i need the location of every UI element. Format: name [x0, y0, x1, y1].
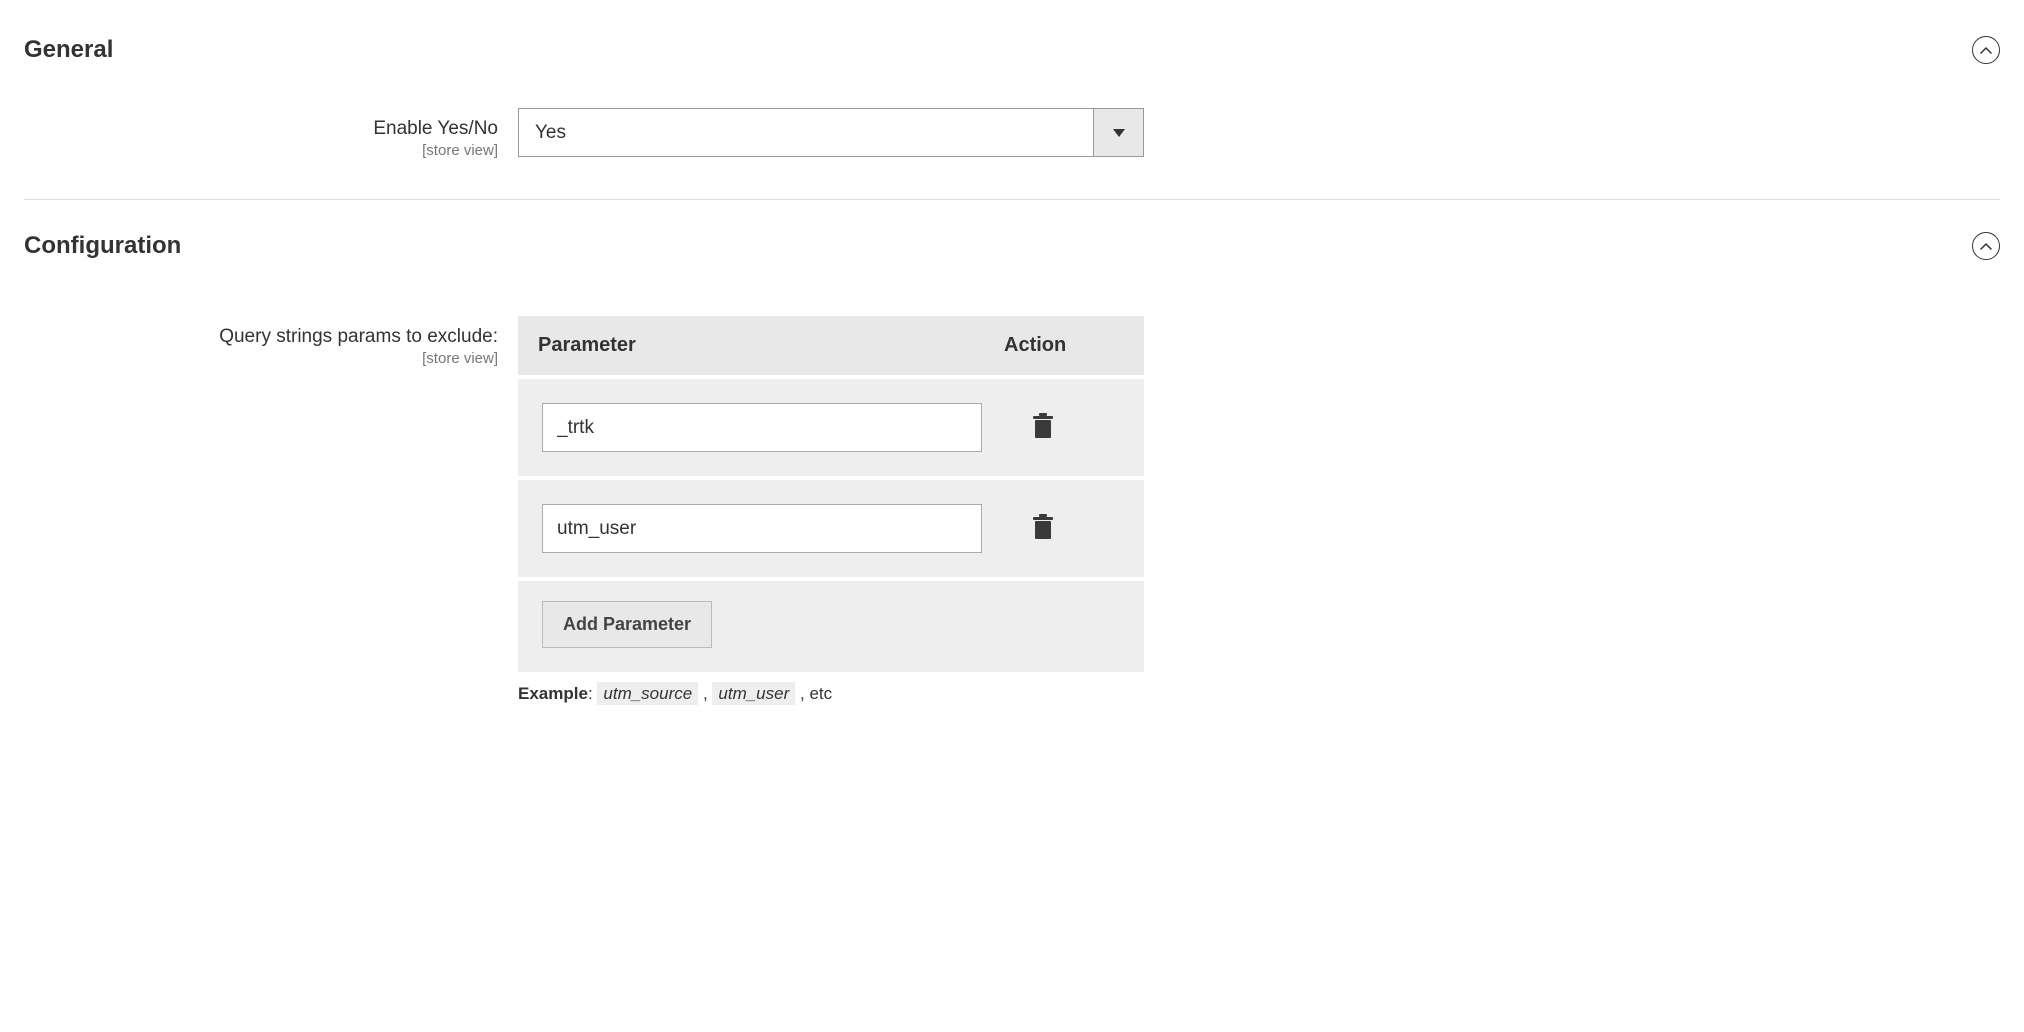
parameter-input[interactable]: [542, 504, 982, 553]
chevron-up-icon: [1980, 239, 1992, 254]
enable-select[interactable]: Yes: [518, 108, 1144, 157]
param-table-header: Parameter Action: [518, 316, 1144, 375]
section-content-general: Enable Yes/No [store view] Yes: [24, 108, 2000, 199]
section-title-general: General: [24, 36, 113, 64]
column-header-action: Action: [1004, 334, 1124, 357]
field-scope-query-params: [store view]: [24, 350, 498, 367]
section-general: General Enable Yes/No [store view] Yes: [24, 20, 2000, 200]
chevron-down-icon: [1093, 109, 1143, 156]
section-content-configuration: Query strings params to exclude: [store …: [24, 316, 2000, 744]
action-cell: [982, 510, 1120, 547]
section-title-configuration: Configuration: [24, 232, 181, 260]
delete-row-button[interactable]: [1028, 510, 1058, 547]
field-query-params: Query strings params to exclude: [store …: [24, 316, 2000, 704]
example-code-item: utm_user: [712, 682, 795, 705]
collapse-toggle-configuration[interactable]: [1972, 232, 2000, 260]
example-label: Example: [518, 684, 588, 703]
example-code-item: utm_source: [597, 682, 698, 705]
field-input-col: Parameter Action: [518, 316, 1144, 704]
section-header-general: General: [24, 20, 2000, 92]
table-row: [518, 480, 1144, 577]
field-input-col: Yes: [518, 108, 1144, 157]
table-row: [518, 379, 1144, 476]
field-scope-enable: [store view]: [24, 142, 498, 159]
param-table: Parameter Action: [518, 316, 1144, 672]
add-parameter-button[interactable]: Add Parameter: [542, 601, 712, 648]
section-configuration: Configuration Query strings params to ex…: [24, 200, 2000, 744]
field-label-col: Query strings params to exclude: [store …: [24, 316, 518, 367]
enable-select-value: Yes: [519, 109, 1093, 156]
parameter-input[interactable]: [542, 403, 982, 452]
delete-row-button[interactable]: [1028, 409, 1058, 446]
action-cell: [982, 409, 1120, 446]
column-header-parameter: Parameter: [538, 334, 1004, 357]
chevron-up-icon: [1980, 43, 1992, 58]
trash-icon: [1032, 514, 1054, 543]
collapse-toggle-general[interactable]: [1972, 36, 2000, 64]
section-header-configuration: Configuration: [24, 200, 2000, 300]
field-label-enable: Enable Yes/No: [24, 118, 498, 140]
example-suffix: , etc: [800, 684, 832, 703]
field-label-col: Enable Yes/No [store view]: [24, 108, 518, 159]
example-text: Example: utm_source , utm_user , etc: [518, 684, 1144, 704]
trash-icon: [1032, 413, 1054, 442]
param-table-footer: Add Parameter: [518, 581, 1144, 672]
field-label-query-params: Query strings params to exclude:: [24, 326, 498, 348]
field-enable: Enable Yes/No [store view] Yes: [24, 108, 2000, 159]
